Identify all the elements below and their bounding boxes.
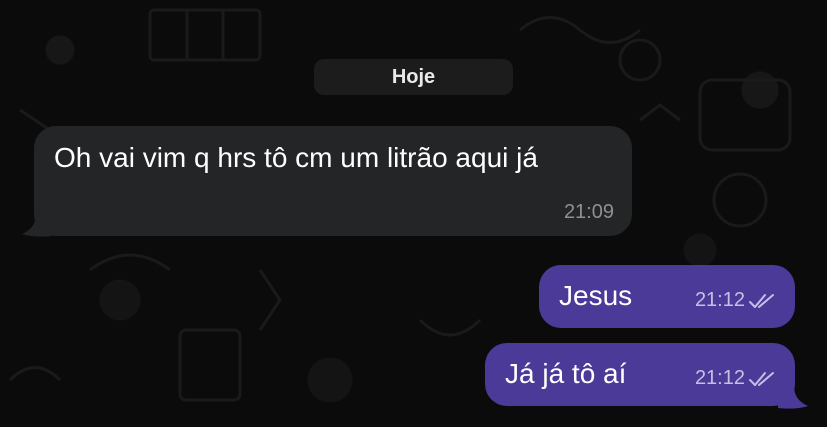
double-check-icon	[749, 293, 774, 308]
message-text: Oh vai vim q hrs tô cm um litrão aqui já	[54, 142, 538, 173]
message-meta: 21:12	[695, 289, 775, 312]
message-time: 21:12	[694, 289, 745, 311]
message-text: Jesus	[559, 280, 633, 311]
message-time: 21:09	[563, 201, 614, 223]
message-meta: 21:12	[695, 367, 775, 390]
double-check-icon	[749, 371, 774, 386]
message-bubble-incoming[interactable]: Oh vai vim q hrs tô cm um litrão aqui já…	[34, 126, 632, 236]
message-text: Já já tô aí	[505, 358, 627, 389]
message-bubble-outgoing[interactable]: Já já tô aí 21:12	[485, 343, 795, 406]
message-time: 21:12	[694, 367, 745, 389]
message-bubble-outgoing[interactable]: Jesus 21:12	[539, 265, 795, 328]
date-divider: Hoje	[314, 59, 513, 95]
